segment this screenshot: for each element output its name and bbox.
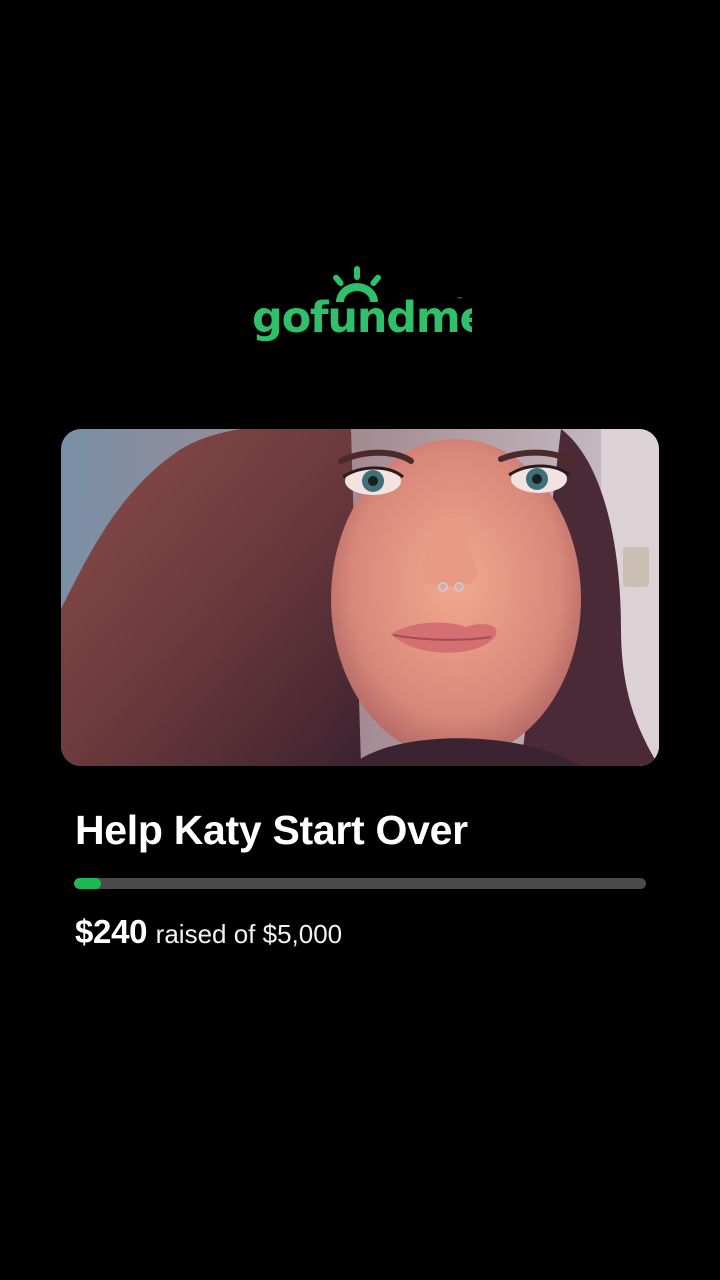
- goal-text: raised of $5,000: [155, 919, 343, 949]
- svg-text:™: ™: [456, 296, 463, 304]
- progress-bar: [74, 878, 646, 889]
- gofundme-logo: gofundme ™: [250, 262, 472, 344]
- campaign-title[interactable]: Help Katy Start Over: [75, 804, 655, 856]
- progress-fill: [74, 878, 102, 889]
- amount-raised: $240: [75, 913, 148, 950]
- portrait-image: [61, 429, 659, 766]
- fundraising-amount: $240 raised of $5,000: [75, 908, 342, 963]
- campaign-photo[interactable]: [61, 429, 659, 766]
- svg-text:gofundme: gofundme: [252, 293, 472, 343]
- gofundme-logo-graphic: gofundme ™: [252, 266, 472, 343]
